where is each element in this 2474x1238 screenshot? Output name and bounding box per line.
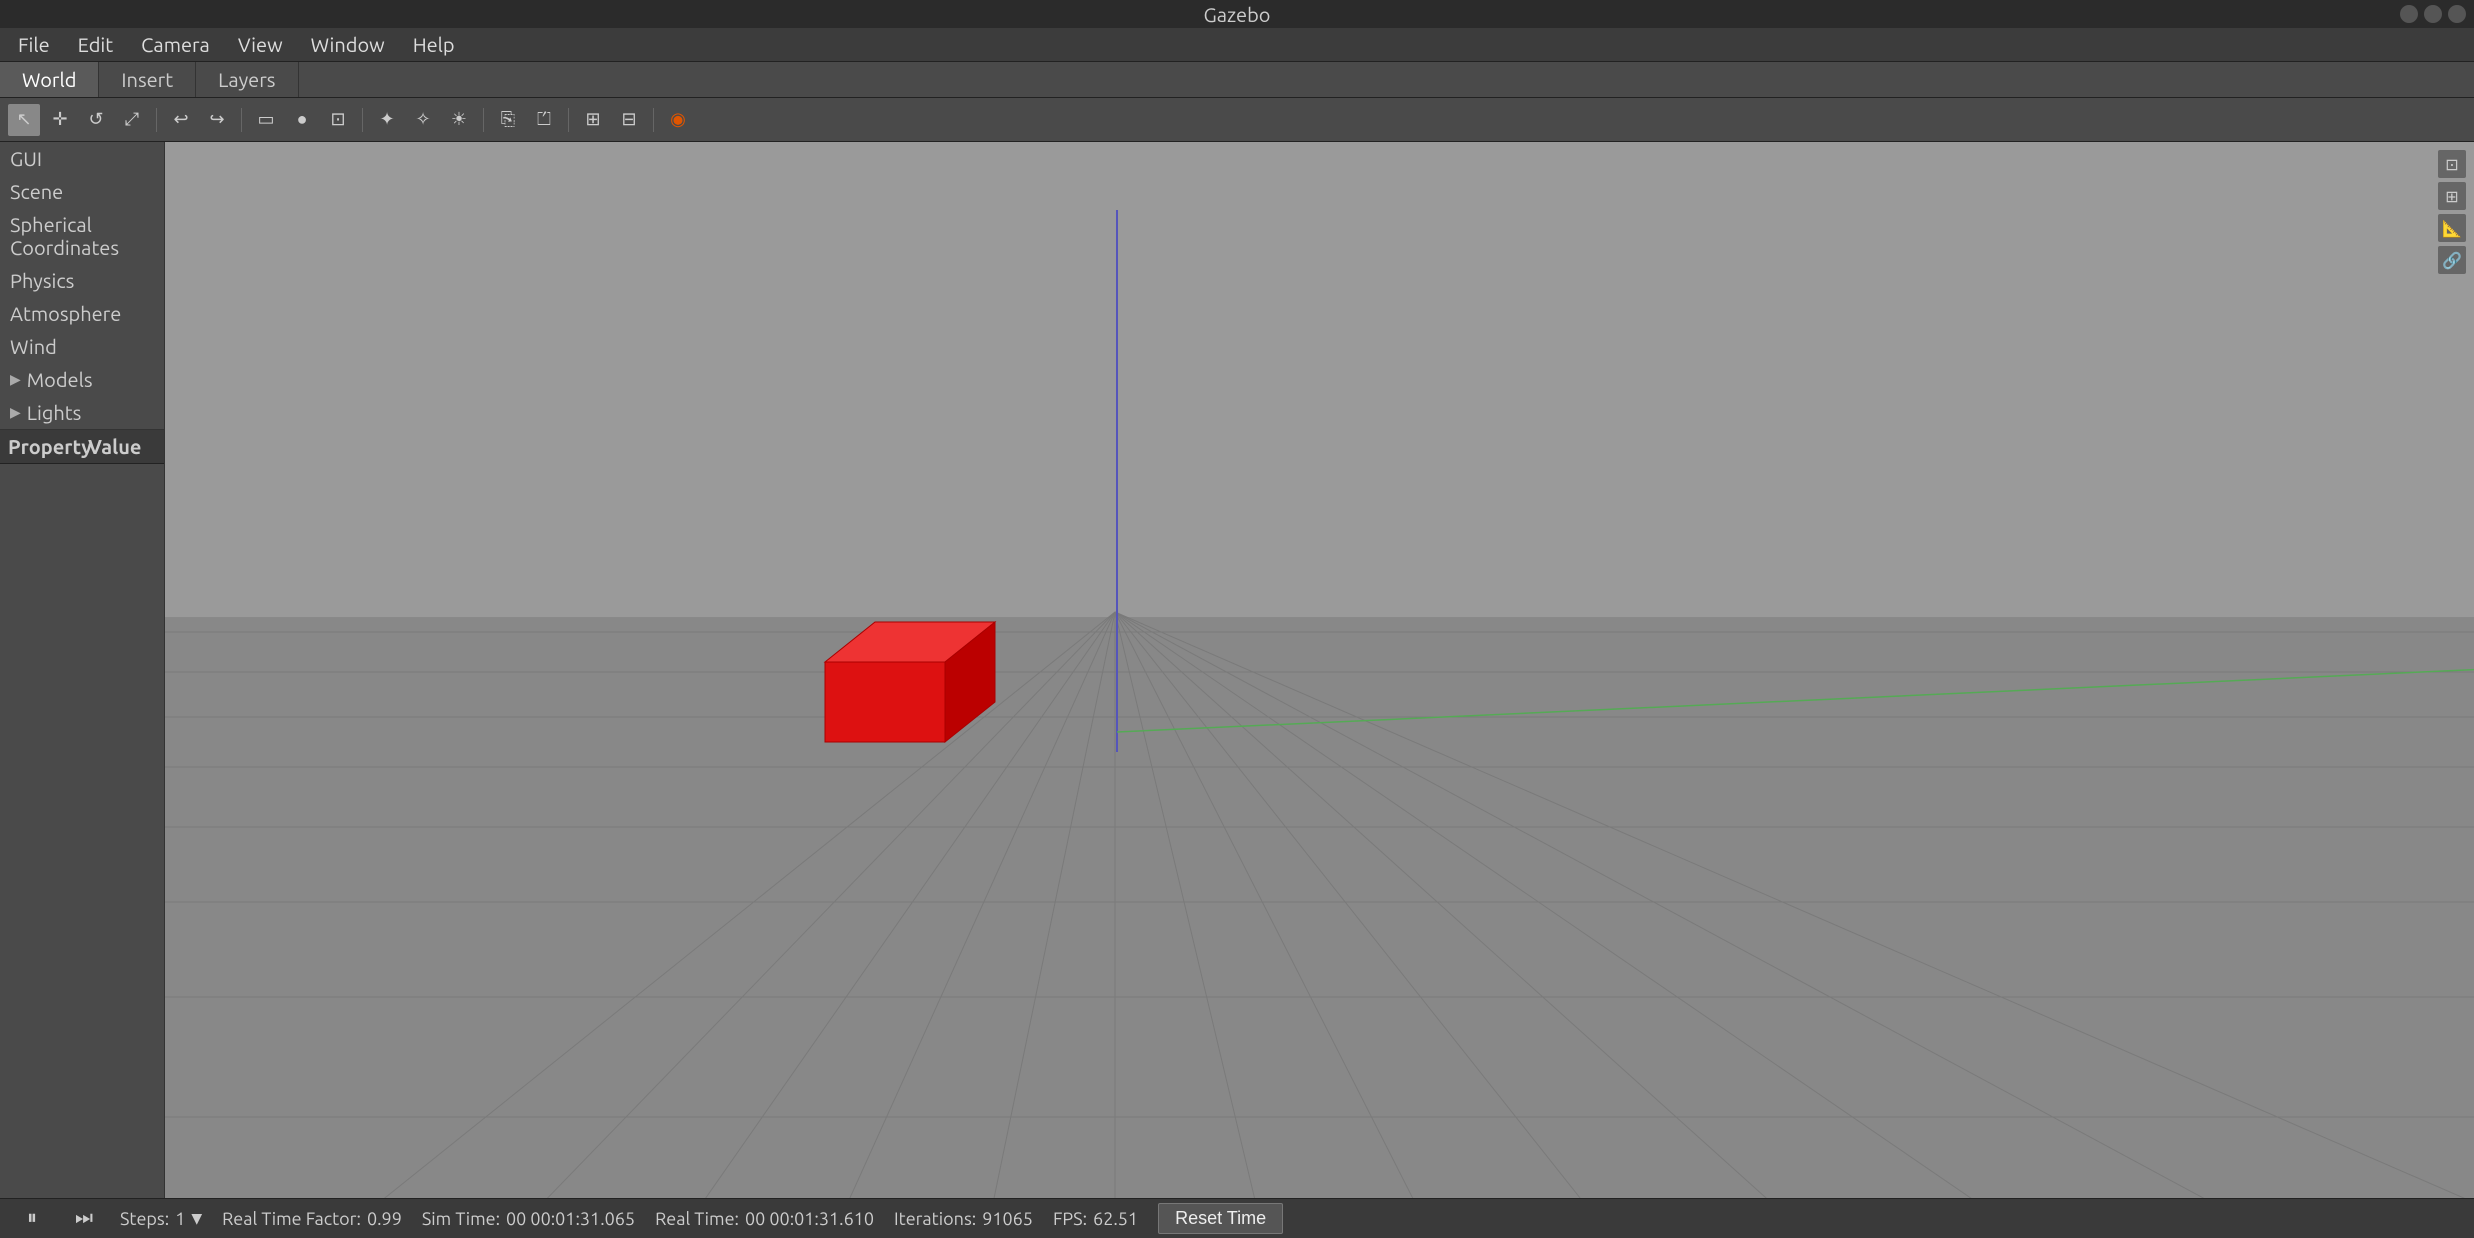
spot-light-button[interactable]: ✧ <box>407 104 439 136</box>
property-header: Property Value <box>0 430 164 464</box>
statusbar: ⏸ ⏭ Steps: 1 ▼ Real Time Factor: 0.99 Si… <box>0 1198 2474 1238</box>
translate-mode-button[interactable]: ✛ <box>44 104 76 136</box>
menu-camera[interactable]: Camera <box>129 29 222 60</box>
sim-time-item: Sim Time: 00 00:01:31.065 <box>422 1209 635 1229</box>
realtime-factor-value: 0.99 <box>367 1209 402 1229</box>
sidebar-item-atmosphere[interactable]: Atmosphere <box>0 297 164 330</box>
viewport-icon-panel: ⊡ ⊞ 📐 🔗 <box>2438 150 2466 274</box>
viewport-icon-3[interactable]: 📐 <box>2438 214 2466 242</box>
menu-view[interactable]: View <box>226 29 295 60</box>
iterations-value: 91065 <box>982 1209 1033 1229</box>
close-btn[interactable] <box>2448 5 2466 23</box>
main-area: GUI Scene Spherical Coordinates Physics … <box>0 142 2474 1198</box>
window-controls <box>2400 5 2466 23</box>
sidebar-item-models[interactable]: ▶ Models <box>0 363 164 396</box>
paste-button[interactable]: ⏍ <box>528 104 560 136</box>
tab-layers[interactable]: Layers <box>196 62 298 97</box>
fps-item: FPS: 62.51 <box>1053 1209 1138 1229</box>
menu-help[interactable]: Help <box>401 29 467 60</box>
iterations-label: Iterations: <box>894 1209 976 1229</box>
minimize-btn[interactable] <box>2400 5 2418 23</box>
sidebar-item-gui-label: GUI <box>10 147 42 170</box>
property-panel: Property Value <box>0 429 164 1198</box>
sidebar-item-spherical-coordinates[interactable]: Spherical Coordinates <box>0 208 164 264</box>
iterations-item: Iterations: 91065 <box>894 1209 1033 1229</box>
sidebar-item-wind[interactable]: Wind <box>0 330 164 363</box>
separator-5 <box>568 108 569 132</box>
sidebar-item-physics-label: Physics <box>10 269 74 292</box>
red-box[interactable] <box>785 582 1035 787</box>
sidebar-item-physics[interactable]: Physics <box>0 264 164 297</box>
directional-light-button[interactable]: ☀ <box>443 104 475 136</box>
redo-button[interactable]: ↪ <box>201 104 233 136</box>
fps-label: FPS: <box>1053 1209 1087 1229</box>
sidebar-item-spherical-label: Spherical Coordinates <box>10 213 154 259</box>
property-col-value: Value <box>80 430 149 463</box>
sim-time-value: 00 00:01:31.065 <box>506 1209 635 1229</box>
grid-svg <box>165 142 2474 1198</box>
3d-viewport[interactable]: ⊡ ⊞ 📐 🔗 <box>165 142 2474 1198</box>
viewport-icon-4[interactable]: 🔗 <box>2438 246 2466 274</box>
tabbar: World Insert Layers <box>0 62 2474 98</box>
tab-world[interactable]: World <box>0 62 99 97</box>
copy-button[interactable]: ⎘ <box>492 104 524 136</box>
tab-insert[interactable]: Insert <box>99 62 196 97</box>
snap-button[interactable]: ⊟ <box>613 104 645 136</box>
sidebar-item-lights-label: Lights <box>27 401 82 424</box>
maximize-btn[interactable] <box>2424 5 2442 23</box>
lights-arrow-icon: ▶ <box>10 404 21 421</box>
pause-button[interactable]: ⏸ <box>16 1203 48 1235</box>
real-time-item: Real Time: 00 00:01:31.610 <box>655 1209 874 1229</box>
rotate-mode-button[interactable]: ↺ <box>80 104 112 136</box>
red-box-svg <box>785 582 1035 782</box>
steps-value: 1 <box>175 1209 185 1229</box>
align-button[interactable]: ⊞ <box>577 104 609 136</box>
select-mode-button[interactable]: ↖ <box>8 104 40 136</box>
models-arrow-icon: ▶ <box>10 371 21 388</box>
menu-edit[interactable]: Edit <box>66 29 125 60</box>
titlebar: Gazebo <box>0 0 2474 28</box>
separator-6 <box>653 108 654 132</box>
step-button[interactable]: ⏭ <box>68 1203 100 1235</box>
undo-button[interactable]: ↩ <box>165 104 197 136</box>
real-time-label: Real Time: <box>655 1209 739 1229</box>
sidebar-item-lights[interactable]: ▶ Lights <box>0 396 164 429</box>
record-button[interactable]: ◉ <box>662 104 694 136</box>
sidebar-item-wind-label: Wind <box>10 335 57 358</box>
realtime-factor-label: Real Time Factor: <box>222 1209 361 1229</box>
box-shape-button[interactable]: ▭ <box>250 104 282 136</box>
property-col-property: Property <box>0 430 80 463</box>
steps-item: Steps: 1 ▼ <box>120 1209 202 1229</box>
step-down-icon[interactable]: ▼ <box>191 1210 202 1227</box>
sidebar-item-gui[interactable]: GUI <box>0 142 164 175</box>
sidebar-item-models-label: Models <box>27 368 93 391</box>
steps-label: Steps: <box>120 1209 169 1229</box>
fps-value: 62.51 <box>1093 1209 1138 1229</box>
scale-mode-button[interactable]: ⤢ <box>116 104 148 136</box>
sidebar-item-atmosphere-label: Atmosphere <box>10 302 121 325</box>
sphere-shape-button[interactable]: ● <box>286 104 318 136</box>
real-time-value: 00 00:01:31.610 <box>745 1209 874 1229</box>
toolbar: ↖ ✛ ↺ ⤢ ↩ ↪ ▭ ● ⊡ ✦ ✧ ☀ ⎘ ⏍ ⊞ ⊟ ◉ <box>0 98 2474 142</box>
menu-file[interactable]: File <box>6 29 62 60</box>
app-title: Gazebo <box>1204 3 1271 26</box>
separator-3 <box>362 108 363 132</box>
separator-1 <box>156 108 157 132</box>
sidebar: GUI Scene Spherical Coordinates Physics … <box>0 142 165 1198</box>
menubar: File Edit Camera View Window Help <box>0 28 2474 62</box>
cylinder-shape-button[interactable]: ⊡ <box>322 104 354 136</box>
separator-2 <box>241 108 242 132</box>
menu-window[interactable]: Window <box>299 29 397 60</box>
sidebar-item-scene[interactable]: Scene <box>0 175 164 208</box>
viewport-icon-2[interactable]: ⊞ <box>2438 182 2466 210</box>
realtime-factor-item: Real Time Factor: 0.99 <box>222 1209 402 1229</box>
reset-time-button[interactable]: Reset Time <box>1158 1203 1283 1234</box>
sidebar-item-scene-label: Scene <box>10 180 63 203</box>
separator-4 <box>483 108 484 132</box>
viewport-icon-1[interactable]: ⊡ <box>2438 150 2466 178</box>
sim-time-label: Sim Time: <box>422 1209 500 1229</box>
point-light-button[interactable]: ✦ <box>371 104 403 136</box>
